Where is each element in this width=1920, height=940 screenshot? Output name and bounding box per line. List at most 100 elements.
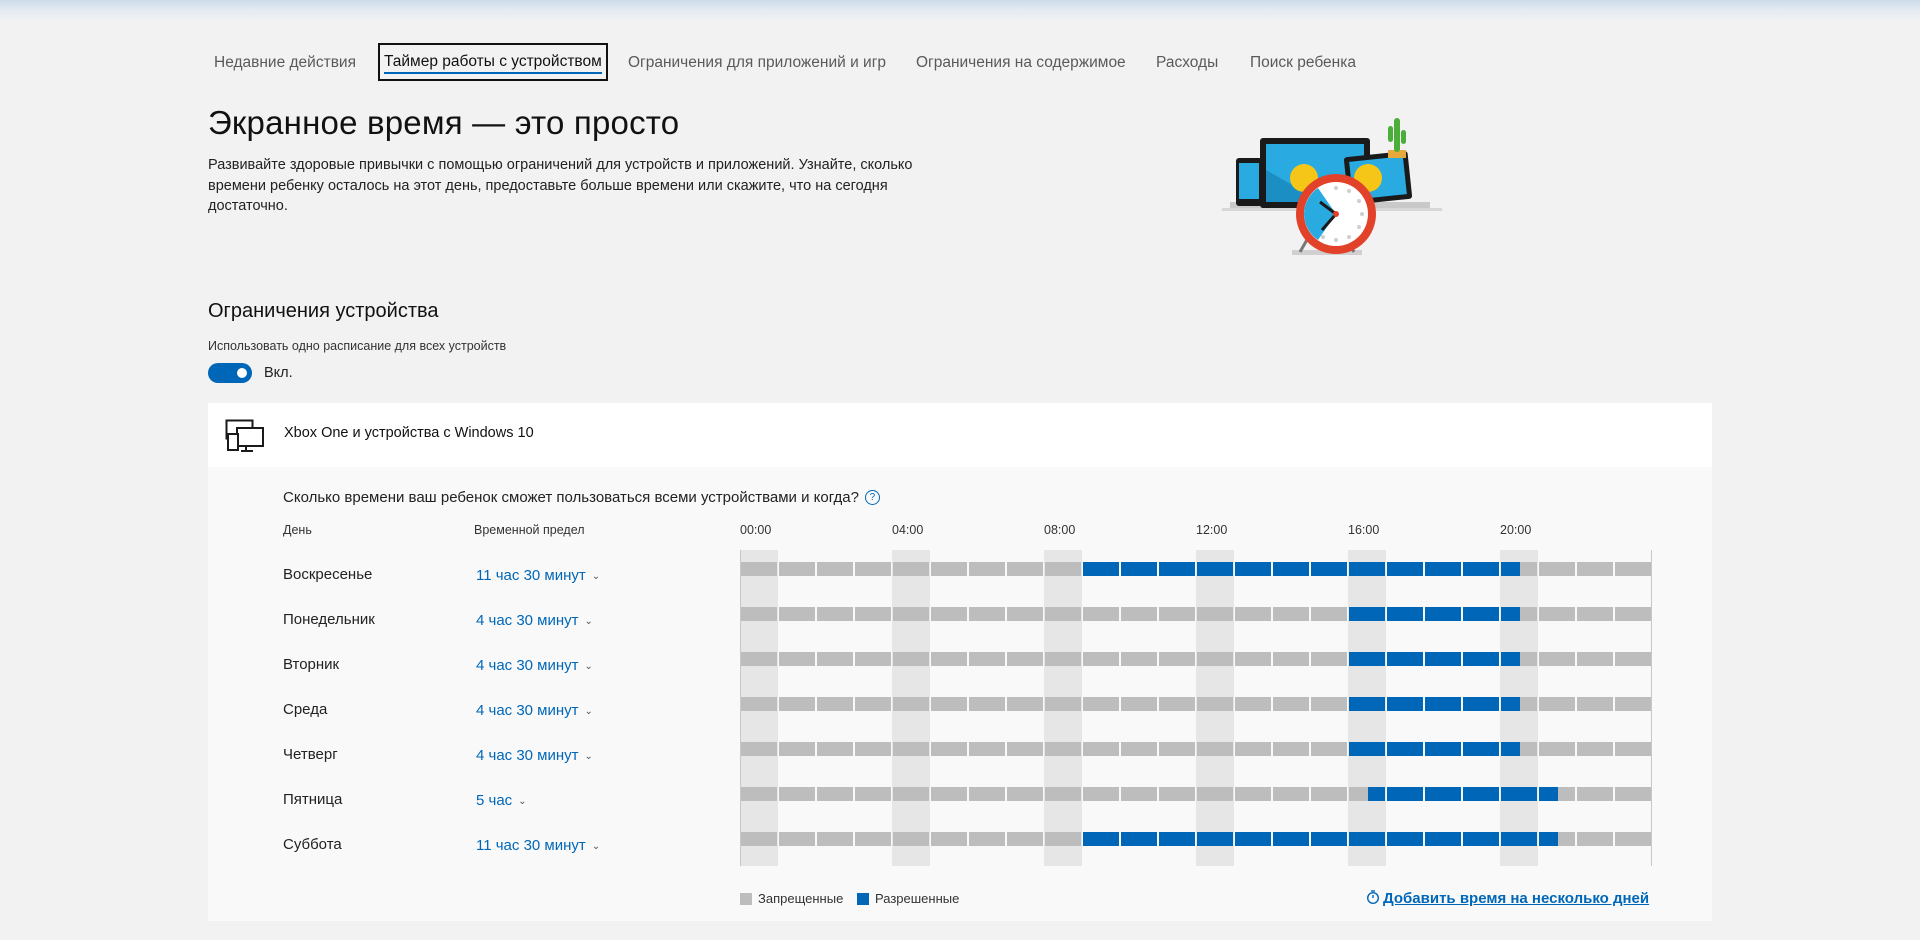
schedule-cell-allowed[interactable]	[1501, 607, 1520, 621]
schedule-cell-blocked[interactable]	[817, 832, 836, 846]
schedule-cell-blocked[interactable]	[836, 787, 853, 801]
schedule-cell-allowed[interactable]	[1387, 787, 1406, 801]
schedule-cell-blocked[interactable]	[1064, 787, 1081, 801]
schedule-cell-blocked[interactable]	[1045, 787, 1064, 801]
schedule-cell-blocked[interactable]	[1178, 697, 1195, 711]
schedule-cell-allowed[interactable]	[1482, 742, 1499, 756]
schedule-cell-allowed[interactable]	[1501, 742, 1520, 756]
schedule-cell-allowed[interactable]	[1140, 832, 1157, 846]
schedule-cell-blocked[interactable]	[1330, 607, 1347, 621]
schedule-cell-blocked[interactable]	[779, 697, 798, 711]
schedule-cell-blocked[interactable]	[1558, 697, 1575, 711]
schedule-cell-allowed[interactable]	[1349, 742, 1368, 756]
schedule-cell-blocked[interactable]	[1520, 607, 1537, 621]
schedule-cell-blocked[interactable]	[893, 652, 912, 666]
schedule-cell-allowed[interactable]	[1387, 832, 1406, 846]
schedule-cell-allowed[interactable]	[1292, 562, 1309, 576]
schedule-cell-blocked[interactable]	[760, 832, 777, 846]
schedule-cell-allowed[interactable]	[1482, 562, 1499, 576]
schedule-cell-blocked[interactable]	[912, 697, 929, 711]
schedule-cell-allowed[interactable]	[1216, 562, 1233, 576]
schedule-cell-blocked[interactable]	[931, 697, 950, 711]
tab-screen-time[interactable]: Таймер работы с устройством	[378, 43, 608, 81]
schedule-cell-blocked[interactable]	[779, 832, 798, 846]
schedule-cell-blocked[interactable]	[1064, 742, 1081, 756]
schedule-cell-blocked[interactable]	[1045, 742, 1064, 756]
schedule-cell-blocked[interactable]	[893, 787, 912, 801]
schedule-cell-allowed[interactable]	[1235, 832, 1254, 846]
schedule-cell-blocked[interactable]	[741, 697, 760, 711]
schedule-cell-blocked[interactable]	[1216, 652, 1233, 666]
schedule-cell-blocked[interactable]	[1577, 652, 1596, 666]
schedule-cell-blocked[interactable]	[1140, 787, 1157, 801]
schedule-cell-blocked[interactable]	[912, 562, 929, 576]
limit-dropdown-wednesday[interactable]: 4 час 30 минут ⌄	[476, 702, 593, 719]
schedule-cell-blocked[interactable]	[1216, 742, 1233, 756]
schedule-cell-allowed[interactable]	[1463, 562, 1482, 576]
schedule-cell-blocked[interactable]	[1083, 697, 1102, 711]
schedule-cell-blocked[interactable]	[1007, 787, 1026, 801]
schedule-cell-blocked[interactable]	[779, 787, 798, 801]
schedule-cell-blocked[interactable]	[1007, 607, 1026, 621]
schedule-cell-allowed[interactable]	[1425, 562, 1444, 576]
schedule-cell-blocked[interactable]	[1064, 832, 1081, 846]
schedule-cell-blocked[interactable]	[950, 787, 967, 801]
schedule-cell-allowed[interactable]	[1444, 652, 1461, 666]
schedule-cell-blocked[interactable]	[817, 652, 836, 666]
schedule-cell-blocked[interactable]	[1064, 652, 1081, 666]
schedule-cell-allowed[interactable]	[1444, 607, 1461, 621]
schedule-cell-blocked[interactable]	[1558, 787, 1575, 801]
schedule-cell-blocked[interactable]	[1273, 787, 1292, 801]
schedule-cell-blocked[interactable]	[912, 787, 929, 801]
schedule-cell-blocked[interactable]	[988, 742, 1005, 756]
schedule-cell-allowed[interactable]	[1406, 652, 1423, 666]
schedule-cell-allowed[interactable]	[1197, 832, 1216, 846]
schedule-cell-allowed[interactable]	[1387, 742, 1406, 756]
schedule-cell-allowed[interactable]	[1368, 652, 1385, 666]
schedule-cell-allowed[interactable]	[1121, 832, 1140, 846]
schedule-cell-blocked[interactable]	[1083, 742, 1102, 756]
schedule-cell-allowed[interactable]	[1539, 787, 1558, 801]
schedule-cell-allowed[interactable]	[1254, 562, 1271, 576]
schedule-cell-blocked[interactable]	[1596, 562, 1613, 576]
schedule-cell-allowed[interactable]	[1387, 652, 1406, 666]
schedule-cell-blocked[interactable]	[1558, 832, 1575, 846]
schedule-cell-allowed[interactable]	[1482, 787, 1499, 801]
schedule-cell-allowed[interactable]	[1311, 562, 1330, 576]
schedule-cell-blocked[interactable]	[1520, 652, 1537, 666]
schedule-cell-blocked[interactable]	[1216, 697, 1233, 711]
schedule-cell-blocked[interactable]	[1520, 697, 1537, 711]
schedule-cell-blocked[interactable]	[1634, 652, 1651, 666]
add-time-link[interactable]: Добавить время на несколько дней	[1366, 890, 1649, 907]
schedule-cell-allowed[interactable]	[1368, 832, 1385, 846]
schedule-cell-blocked[interactable]	[1007, 832, 1026, 846]
schedule-cell-allowed[interactable]	[1444, 787, 1461, 801]
schedule-cell-allowed[interactable]	[1159, 832, 1178, 846]
schedule-cell-blocked[interactable]	[855, 697, 874, 711]
schedule-cell-blocked[interactable]	[1539, 742, 1558, 756]
schedule-cell-allowed[interactable]	[1520, 832, 1537, 846]
schedule-cell-blocked[interactable]	[1634, 787, 1651, 801]
schedule-cell-blocked[interactable]	[893, 607, 912, 621]
schedule-cell-blocked[interactable]	[1064, 562, 1081, 576]
schedule-cell-allowed[interactable]	[1425, 787, 1444, 801]
schedule-cell-blocked[interactable]	[1159, 607, 1178, 621]
schedule-cell-blocked[interactable]	[1292, 742, 1309, 756]
schedule-cell-blocked[interactable]	[1026, 787, 1043, 801]
schedule-cell-blocked[interactable]	[1292, 652, 1309, 666]
limit-dropdown-sunday[interactable]: 11 час 30 минут ⌄	[476, 567, 600, 584]
schedule-cell-blocked[interactable]	[931, 787, 950, 801]
schedule-cell-blocked[interactable]	[1596, 697, 1613, 711]
limit-dropdown-tuesday[interactable]: 4 час 30 минут ⌄	[476, 657, 593, 674]
schedule-cell-blocked[interactable]	[1311, 652, 1330, 666]
schedule-cell-blocked[interactable]	[1159, 742, 1178, 756]
schedule-cell-allowed[interactable]	[1368, 787, 1385, 801]
schedule-cell-blocked[interactable]	[741, 562, 760, 576]
schedule-cell-blocked[interactable]	[1102, 607, 1119, 621]
schedule-cell-blocked[interactable]	[1577, 742, 1596, 756]
schedule-cell-blocked[interactable]	[1102, 742, 1119, 756]
schedule-cell-allowed[interactable]	[1425, 832, 1444, 846]
schedule-cell-blocked[interactable]	[1292, 697, 1309, 711]
schedule-cell-blocked[interactable]	[1007, 562, 1026, 576]
schedule-cell-blocked[interactable]	[1634, 832, 1651, 846]
